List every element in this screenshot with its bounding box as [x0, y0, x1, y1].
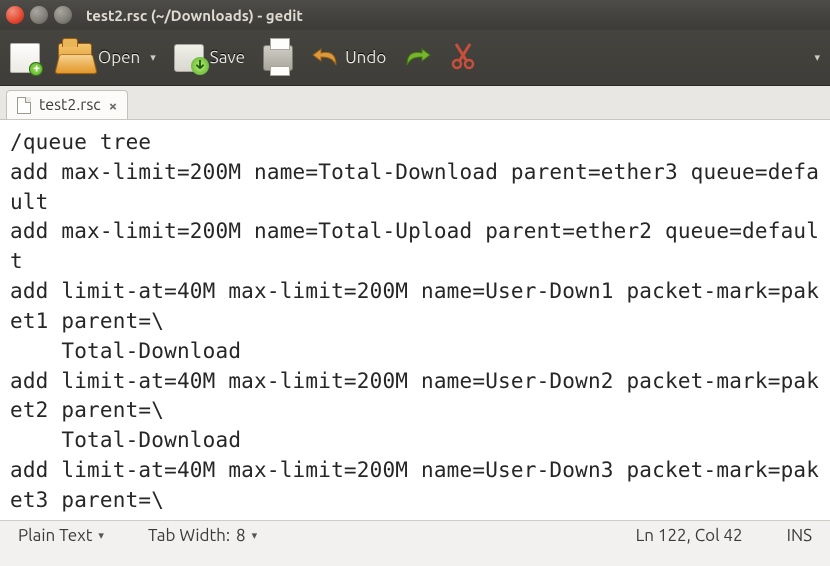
save-icon: [174, 44, 204, 72]
print-button[interactable]: [263, 45, 293, 71]
save-button[interactable]: Save: [174, 44, 245, 72]
save-label: Save: [210, 48, 245, 67]
tab-width-label: Tab Width:: [148, 526, 230, 545]
cursor-position: Ln 122, Col 42: [636, 526, 743, 545]
tab-width-value: 8: [236, 526, 246, 545]
new-document-icon: [10, 43, 40, 73]
redo-button[interactable]: [404, 45, 432, 71]
window-maximize-button[interactable]: [54, 6, 72, 24]
undo-button[interactable]: Undo: [311, 45, 386, 71]
folder-open-icon: [58, 43, 92, 73]
chevron-down-icon: ▾: [252, 529, 258, 542]
toolbar: Open ▾ Save Undo ▾: [0, 30, 830, 86]
chevron-down-icon[interactable]: ▾: [150, 51, 156, 64]
cut-button[interactable]: [450, 42, 476, 74]
title-bar: test2.rsc (~/Downloads) - gedit: [0, 0, 830, 30]
window-title: test2.rsc (~/Downloads) - gedit: [86, 7, 303, 24]
undo-icon: [311, 45, 339, 71]
undo-label: Undo: [345, 48, 386, 67]
tab-test2-rsc[interactable]: test2.rsc ×: [6, 90, 128, 119]
tab-width-selector[interactable]: Tab Width: 8 ▾: [148, 526, 257, 545]
printer-icon: [263, 45, 293, 71]
syntax-selector[interactable]: Plain Text ▾: [18, 526, 104, 545]
status-bar: Plain Text ▾ Tab Width: 8 ▾ Ln 122, Col …: [0, 520, 830, 550]
editor-textarea[interactable]: /queue tree add max-limit=200M name=Tota…: [0, 120, 830, 520]
new-document-button[interactable]: [10, 43, 40, 73]
chevron-down-icon: ▾: [98, 529, 104, 542]
scissors-icon: [450, 42, 476, 74]
document-icon: [17, 97, 31, 114]
insert-mode[interactable]: INS: [787, 526, 812, 545]
redo-icon: [404, 45, 432, 71]
open-button[interactable]: Open ▾: [58, 43, 156, 73]
window-minimize-button[interactable]: [30, 6, 48, 24]
toolbar-overflow-icon[interactable]: ▾: [814, 51, 820, 64]
tab-close-icon[interactable]: ×: [109, 97, 117, 114]
window-close-button[interactable]: [6, 6, 24, 24]
syntax-label: Plain Text: [18, 526, 92, 545]
open-label: Open: [98, 48, 140, 67]
tab-bar: test2.rsc ×: [0, 86, 830, 120]
tab-label: test2.rsc: [39, 96, 101, 114]
